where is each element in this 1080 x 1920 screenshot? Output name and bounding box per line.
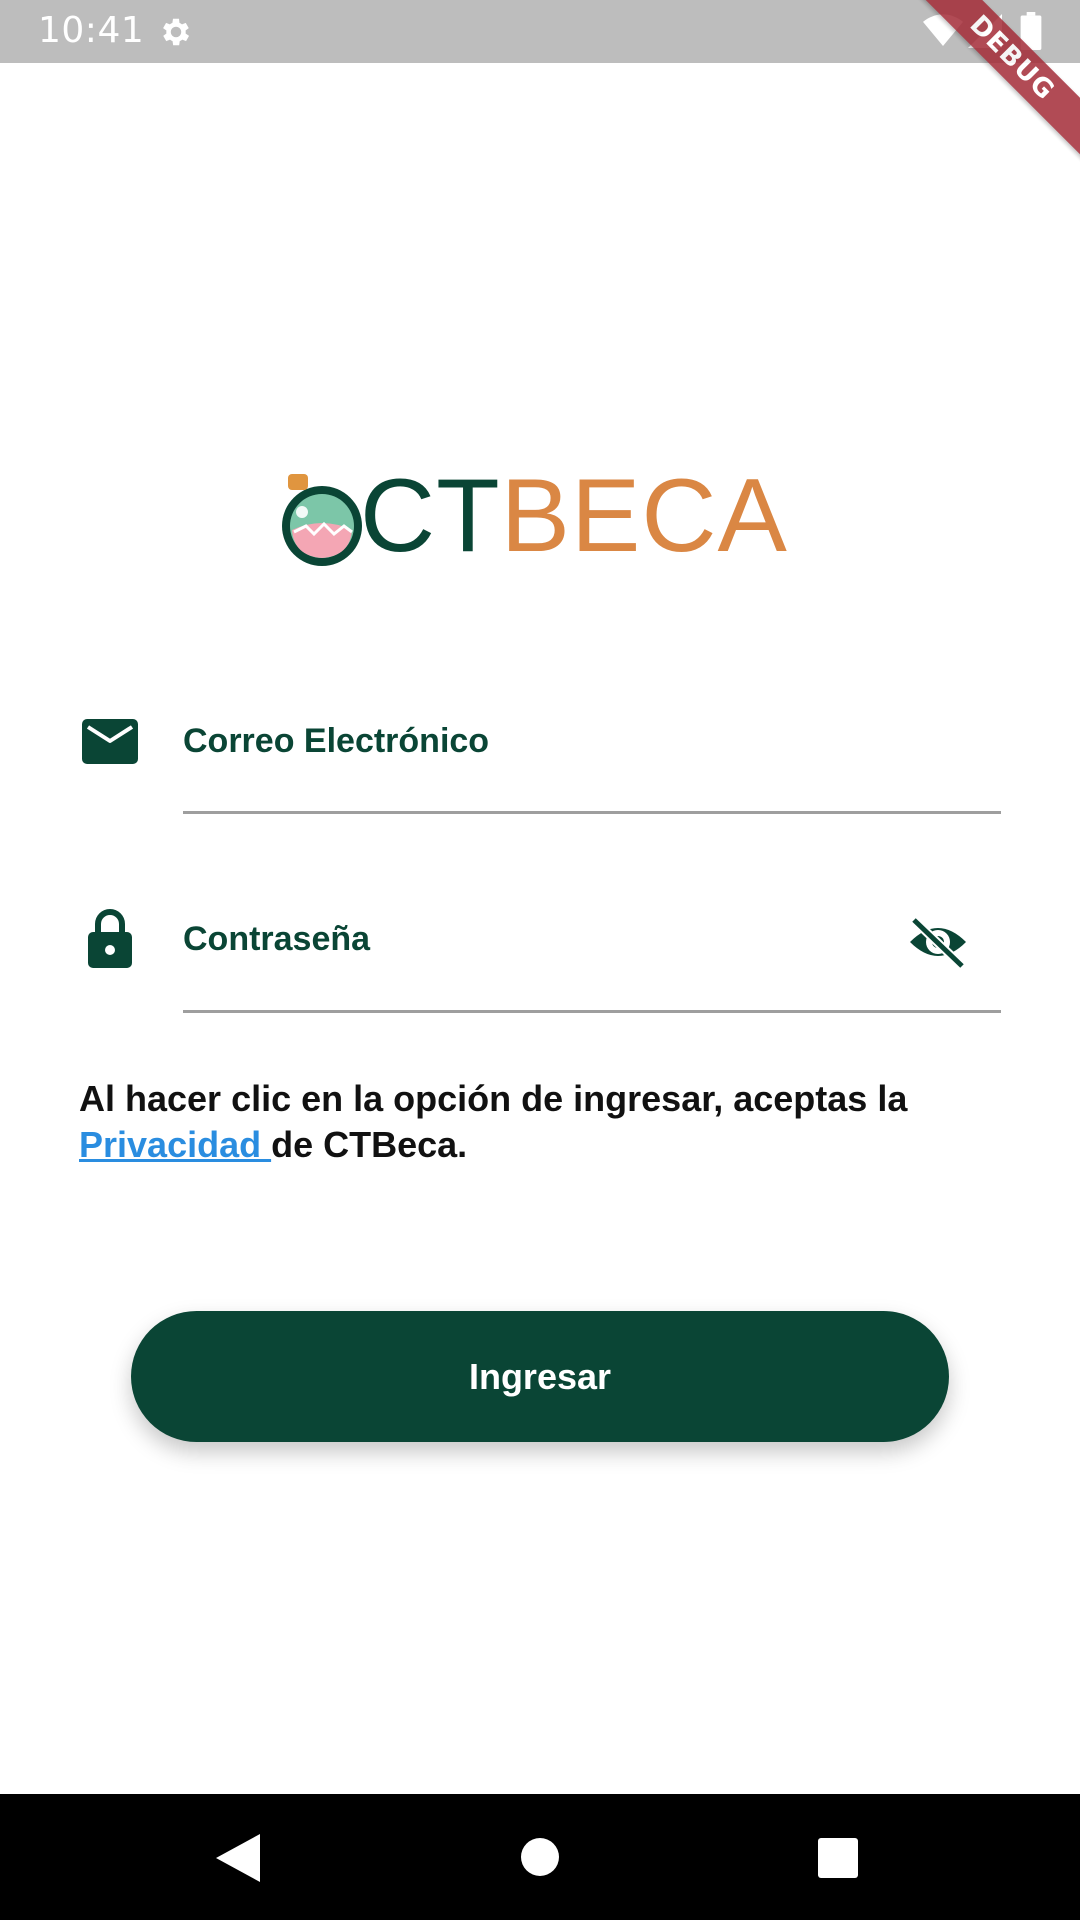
logo-text-beca: BECA: [500, 458, 788, 574]
envelope-icon: [82, 719, 138, 764]
terms-suffix: de CTBeca.: [271, 1124, 468, 1165]
gear-icon: [163, 18, 190, 46]
lock-icon: [88, 909, 132, 968]
status-time: 10:41: [38, 10, 145, 51]
login-button[interactable]: Ingresar: [131, 1311, 949, 1442]
email-underline: [183, 811, 1001, 814]
logo-text-ct: CT: [360, 458, 501, 574]
email-label: Correo Electrónico: [183, 722, 490, 760]
logo-wordmark: CTBECA: [360, 462, 788, 570]
recents-icon[interactable]: [818, 1838, 858, 1878]
terms-prefix: Al hacer clic en la opción de ingresar, …: [79, 1078, 908, 1119]
terms-text: Al hacer clic en la opción de ingresar, …: [79, 1076, 1009, 1168]
status-bar: 10:41: [0, 0, 1080, 63]
login-screen: 10:41 DEBUG CTBECA Correo Electrónico Co…: [0, 0, 1080, 1920]
visibility-off-icon[interactable]: [906, 914, 970, 970]
email-field[interactable]: Correo Electrónico: [0, 700, 1080, 820]
home-icon[interactable]: [521, 1838, 559, 1876]
password-field[interactable]: Contraseña: [0, 900, 1080, 1020]
password-underline: [183, 1010, 1001, 1013]
back-icon[interactable]: [216, 1834, 260, 1882]
app-logo: CTBECA: [278, 462, 808, 570]
password-label: Contraseña: [183, 920, 371, 958]
privacy-link[interactable]: Privacidad: [79, 1124, 271, 1165]
navigation-bar: [0, 1794, 1080, 1920]
